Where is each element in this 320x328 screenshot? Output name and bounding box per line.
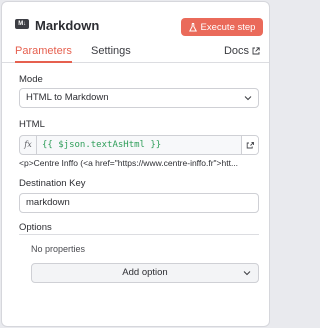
destination-key-input[interactable]: markdown xyxy=(19,193,259,213)
active-tab-indicator xyxy=(15,61,72,63)
expand-expression-button[interactable] xyxy=(241,136,258,154)
expression-fx-badge: fx xyxy=(20,136,37,154)
options-label: Options xyxy=(19,222,52,233)
html-label: HTML xyxy=(19,119,45,130)
open-editor-icon xyxy=(246,142,254,149)
chevron-down-icon xyxy=(243,271,251,276)
node-title[interactable]: Markdown xyxy=(35,18,99,33)
flask-icon xyxy=(188,22,197,31)
tab-parameters[interactable]: Parameters xyxy=(15,45,72,57)
add-option-button[interactable]: Add option xyxy=(31,263,259,283)
panel-header: M↓ Markdown Execute step xyxy=(2,2,269,42)
docs-label: Docs xyxy=(223,45,249,57)
execute-step-label: Execute step xyxy=(200,21,256,33)
destination-key-label: Destination Key xyxy=(19,178,86,189)
mode-select-value: HTML to Markdown xyxy=(26,92,109,103)
mode-select[interactable]: HTML to Markdown xyxy=(19,88,259,108)
panel-tabs: Parameters Settings Docs xyxy=(2,43,269,63)
options-divider xyxy=(19,234,259,235)
mode-label: Mode xyxy=(19,74,43,85)
html-expression-preview: <p>Centre Inffo (<a href="https://www.ce… xyxy=(19,158,239,168)
markdown-node-icon: M↓ xyxy=(15,19,29,29)
tab-settings[interactable]: Settings xyxy=(91,45,131,57)
html-expression-field[interactable]: fx {{ $json.textAsHtml }} xyxy=(19,135,259,155)
execute-step-button[interactable]: Execute step xyxy=(181,18,263,36)
add-option-label: Add option xyxy=(122,267,168,278)
docs-link[interactable]: Docs xyxy=(224,45,260,57)
no-properties-text: No properties xyxy=(31,244,86,254)
external-link-icon xyxy=(252,47,260,55)
node-parameters-panel: M↓ Markdown Execute step Parameters Sett… xyxy=(1,1,270,327)
chevron-down-icon xyxy=(244,96,252,101)
html-expression-text[interactable]: {{ $json.textAsHtml }} xyxy=(42,136,161,154)
